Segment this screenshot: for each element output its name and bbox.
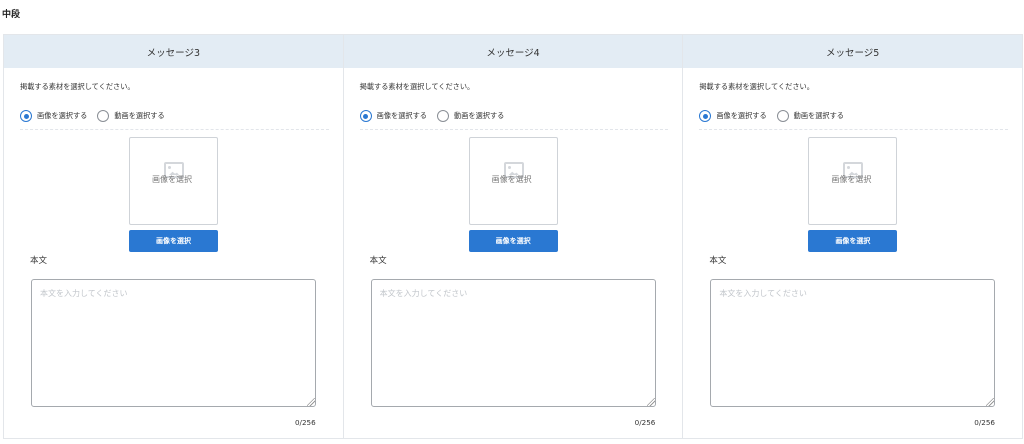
message-panels: メッセージ3 掲載する素材を選択してください。 画像を選択する 動画を選択する … xyxy=(3,34,1023,439)
radio-video-label: 動画を選択する xyxy=(114,111,165,120)
body-label: 本文 xyxy=(709,256,727,266)
material-type-radio-group: 画像を選択する 動画を選択する xyxy=(359,110,669,130)
char-count: 0/256 xyxy=(974,418,996,427)
radio-image-label: 画像を選択する xyxy=(376,111,427,120)
radio-checked-icon[interactable] xyxy=(699,110,712,122)
body-label: 本文 xyxy=(369,256,387,266)
material-instruction: 掲載する素材を選択してください。 xyxy=(699,82,814,91)
image-placeholder-text: 画像を選択 xyxy=(831,175,872,184)
radio-image-option[interactable]: 画像を選択する xyxy=(20,110,87,122)
select-image-button[interactable]: 画像を選択 xyxy=(808,230,898,252)
message-panel: メッセージ3 掲載する素材を選択してください。 画像を選択する 動画を選択する … xyxy=(4,35,344,438)
material-instruction: 掲載する素材を選択してください。 xyxy=(20,82,135,91)
section-title: 中段 xyxy=(2,10,21,20)
select-image-button[interactable]: 画像を選択 xyxy=(468,230,558,252)
body-textarea[interactable] xyxy=(370,279,656,407)
radio-unchecked-icon[interactable] xyxy=(437,110,449,122)
radio-image-label: 画像を選択する xyxy=(37,111,88,120)
char-count: 0/256 xyxy=(294,418,316,427)
radio-unchecked-icon[interactable] xyxy=(97,110,110,122)
image-placeholder-text: 画像を選択 xyxy=(491,175,532,184)
body-textarea[interactable] xyxy=(710,279,996,407)
material-type-radio-group: 画像を選択する 動画を選択する xyxy=(20,110,329,130)
radio-video-option[interactable]: 動画を選択する xyxy=(437,110,504,122)
image-preview-box[interactable]: 画像を選択 xyxy=(808,137,898,225)
material-instruction: 掲載する素材を選択してください。 xyxy=(359,82,475,91)
select-image-button[interactable]: 画像を選択 xyxy=(129,230,218,252)
radio-image-label: 画像を選択する xyxy=(716,111,767,120)
radio-checked-icon[interactable] xyxy=(20,110,32,122)
radio-video-option[interactable]: 動画を選択する xyxy=(776,110,844,122)
char-count: 0/256 xyxy=(634,418,656,427)
body-label: 本文 xyxy=(30,256,48,266)
radio-unchecked-icon[interactable] xyxy=(776,110,789,122)
body-textarea[interactable] xyxy=(31,279,316,407)
message-panel: メッセージ5 掲載する素材を選択してください。 画像を選択する 動画を選択する … xyxy=(683,35,1023,438)
image-preview-box[interactable]: 画像を選択 xyxy=(129,137,218,225)
message-panel: メッセージ4 掲載する素材を選択してください。 画像を選択する 動画を選択する … xyxy=(343,35,684,438)
image-placeholder-text: 画像を選択 xyxy=(152,175,192,184)
panel-header: メッセージ3 xyxy=(4,35,343,68)
radio-video-label: 動画を選択する xyxy=(454,111,505,120)
image-preview-box[interactable]: 画像を選択 xyxy=(468,137,558,225)
radio-image-option[interactable]: 画像を選択する xyxy=(359,110,427,122)
panel-header: メッセージ4 xyxy=(343,35,683,68)
radio-image-option[interactable]: 画像を選択する xyxy=(699,110,767,122)
radio-video-option[interactable]: 動画を選択する xyxy=(97,110,165,122)
panel-header: メッセージ5 xyxy=(683,35,1023,68)
radio-checked-icon[interactable] xyxy=(359,110,372,122)
radio-video-label: 動画を選択する xyxy=(793,111,844,120)
material-type-radio-group: 画像を選択する 動画を選択する xyxy=(699,110,1009,130)
